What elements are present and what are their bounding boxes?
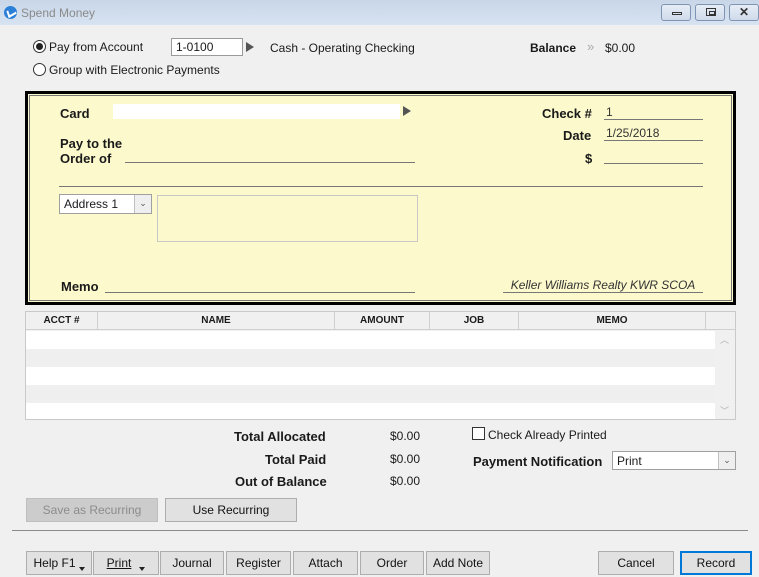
column-header-memo[interactable]: MEMO — [519, 312, 706, 330]
pay-to-label-line2: Order of — [60, 151, 112, 166]
payment-notification-label: Payment Notification — [473, 454, 603, 469]
window-title: Spend Money — [21, 6, 96, 20]
total-paid-value: $0.00 — [390, 452, 421, 466]
payment-notification-select[interactable]: Print ⌄ — [612, 451, 736, 470]
column-header-job[interactable]: JOB — [430, 312, 519, 330]
amount-label: $ — [585, 151, 593, 166]
table-row[interactable] — [26, 385, 715, 403]
address-select[interactable]: Address 1 ⌄ — [59, 194, 152, 214]
maximize-button[interactable] — [695, 4, 725, 21]
chevron-down-icon: ⌄ — [718, 452, 735, 469]
order-button[interactable]: Order — [360, 551, 424, 575]
account-lookup-arrow-icon[interactable] — [246, 42, 254, 52]
date-input[interactable]: 1/25/2018 — [604, 127, 703, 141]
app-icon — [4, 6, 17, 19]
pay-from-account-text: Pay from Account — [49, 40, 144, 54]
pay-to-input[interactable] — [125, 149, 415, 163]
help-button-label: Help F1 — [33, 556, 76, 570]
column-header-acct[interactable]: ACCT # — [26, 312, 98, 330]
print-button-label: Print — [106, 556, 132, 570]
column-header-spacer — [706, 312, 735, 330]
amount-input[interactable] — [604, 150, 703, 164]
table-row[interactable] — [26, 367, 715, 385]
record-button[interactable]: Record — [680, 551, 752, 575]
pay-to-label-line1: Pay to the — [60, 136, 123, 151]
column-header-name[interactable]: NAME — [98, 312, 335, 330]
column-header-amount[interactable]: AMOUNT — [335, 312, 430, 330]
close-icon: ✕ — [738, 5, 750, 19]
cancel-button[interactable]: Cancel — [598, 551, 674, 575]
add-note-button[interactable]: Add Note — [426, 551, 490, 575]
allocation-table: ACCT # NAME AMOUNT JOB MEMO ︿ ﹀ — [25, 311, 736, 420]
account-name: Cash - Operating Checking — [270, 41, 415, 55]
title-bar: Spend Money ✕ — [0, 0, 759, 25]
pay-from-account-label[interactable]: Pay from Account — [49, 40, 143, 54]
out-of-balance-label: Out of Balance — [235, 474, 327, 489]
address-select-value: Address 1 — [64, 197, 119, 211]
close-button[interactable]: ✕ — [729, 4, 759, 21]
chevron-down-icon: ⌄ — [134, 195, 151, 213]
scroll-up-icon[interactable]: ︿ — [720, 333, 729, 346]
total-allocated-value: $0.00 — [390, 429, 421, 443]
journal-button[interactable]: Journal — [160, 551, 224, 575]
attach-button[interactable]: Attach — [293, 551, 358, 575]
use-recurring-button[interactable]: Use Recurring — [165, 498, 297, 522]
table-row[interactable] — [26, 331, 715, 349]
date-label: Date — [563, 128, 592, 143]
card-label: Card — [60, 106, 90, 121]
card-lookup-arrow-icon[interactable] — [403, 106, 411, 116]
table-row[interactable] — [26, 403, 715, 419]
dropdown-arrow-icon — [78, 567, 85, 571]
table-row[interactable] — [26, 349, 715, 367]
total-allocated-label: Total Allocated — [234, 429, 326, 444]
check-number-input[interactable]: 1 — [604, 106, 703, 120]
register-button[interactable]: Register — [226, 551, 291, 575]
check-already-printed-label[interactable]: Check Already Printed — [488, 428, 607, 442]
company-name: Keller Williams Realty KWR SCOA — [503, 278, 703, 293]
account-number-input[interactable]: 1-0100 — [171, 38, 243, 56]
check-already-printed-checkbox[interactable] — [472, 427, 485, 440]
total-paid-label: Total Paid — [265, 452, 327, 467]
card-input[interactable] — [113, 104, 400, 119]
pay-from-account-radio[interactable] — [33, 40, 46, 53]
group-electronic-payments-label[interactable]: Group with Electronic Payments — [49, 63, 220, 77]
memo-label: Memo — [61, 279, 99, 294]
address-textarea[interactable] — [157, 195, 418, 242]
double-chevron-right-icon: » — [587, 39, 595, 54]
payment-notification-value: Print — [617, 454, 642, 468]
out-of-balance-value: $0.00 — [390, 474, 421, 488]
footer-separator — [12, 530, 748, 531]
save-as-recurring-button[interactable]: Save as Recurring — [26, 498, 158, 522]
scroll-down-icon[interactable]: ﹀ — [720, 404, 729, 417]
minimize-button[interactable] — [661, 4, 691, 21]
balance-label: Balance — [530, 41, 577, 55]
group-electronic-payments-radio[interactable] — [33, 63, 46, 76]
maximize-icon — [706, 8, 716, 16]
print-button[interactable]: Print — [93, 551, 159, 575]
help-button[interactable]: Help F1 — [26, 551, 92, 575]
check-divider — [59, 186, 703, 187]
balance-value: $0.00 — [605, 41, 636, 55]
minimize-icon — [672, 12, 682, 15]
memo-input[interactable] — [105, 279, 415, 293]
dropdown-arrow-icon — [139, 567, 146, 571]
check-number-label: Check # — [542, 106, 592, 121]
